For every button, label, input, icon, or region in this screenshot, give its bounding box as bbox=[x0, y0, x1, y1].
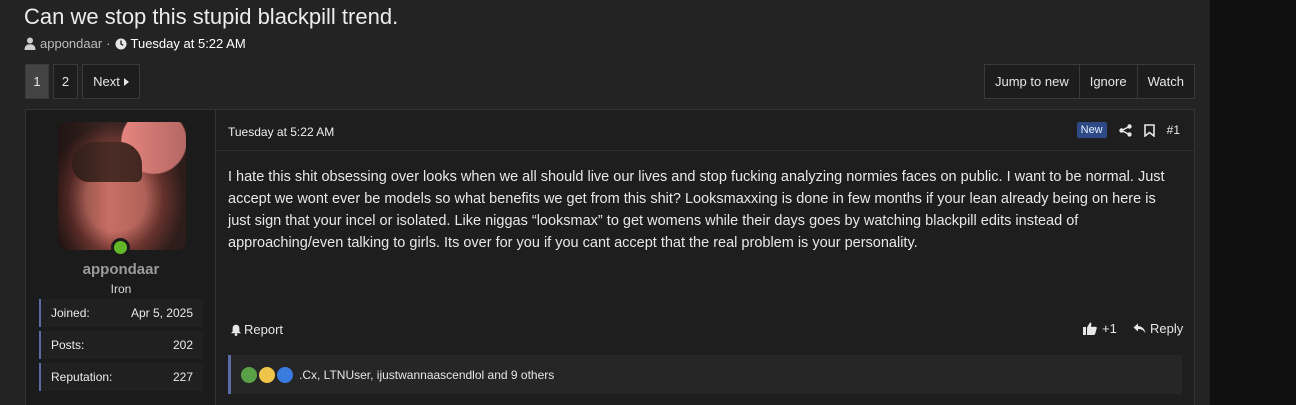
reactions-list[interactable]: .Cx, LTNUser, ijustwannaascendlol and 9 … bbox=[299, 368, 554, 382]
reactions-bar: .Cx, LTNUser, ijustwannaascendlol and 9 … bbox=[228, 355, 1182, 394]
thread-title: Can we stop this stupid blackpill trend. bbox=[24, 4, 399, 29]
report-label: Report bbox=[244, 322, 284, 337]
pagination: 1 2 Next bbox=[25, 64, 144, 99]
bell-icon bbox=[231, 324, 241, 336]
stat-value: 227 bbox=[172, 370, 193, 384]
share-icon[interactable] bbox=[1118, 123, 1132, 137]
reply-label: Reply bbox=[1150, 321, 1184, 336]
stat-value: Apr 5, 2025 bbox=[130, 306, 193, 320]
stat-value[interactable]: 202 bbox=[173, 338, 193, 352]
page-1-button[interactable]: 1 bbox=[25, 64, 49, 99]
post-header-divider bbox=[216, 150, 1194, 151]
stat-joined: Joined: Apr 5, 2025 bbox=[39, 299, 203, 327]
page-2-button[interactable]: 2 bbox=[53, 64, 78, 99]
reply-button[interactable]: Reply bbox=[1133, 321, 1183, 336]
online-status-indicator bbox=[111, 238, 130, 257]
avatar-shade bbox=[58, 122, 186, 250]
thread-date[interactable]: Tuesday at 5:22 AM bbox=[131, 36, 246, 51]
post-header-actions: New #1 bbox=[1076, 122, 1180, 138]
reply-arrow-icon bbox=[1133, 323, 1146, 334]
like-button[interactable]: +1 bbox=[1083, 321, 1117, 336]
meta-separator: · bbox=[106, 36, 111, 51]
stat-reputation: Reputation: 227 bbox=[39, 363, 203, 391]
post-body: I hate this shit obsessing over looks wh… bbox=[228, 169, 1165, 251]
user-icon bbox=[24, 37, 36, 50]
next-label: Next bbox=[93, 74, 120, 89]
laugh-reaction-icon[interactable] bbox=[259, 366, 275, 383]
thread-page: Can we stop this stupid blackpill trend.… bbox=[0, 0, 1210, 405]
stat-posts: Posts: 202 bbox=[39, 331, 203, 359]
thread-author[interactable]: appondaar bbox=[40, 36, 102, 51]
stat-label: Posts: bbox=[51, 338, 85, 352]
stat-label: Joined: bbox=[51, 306, 90, 320]
clock-icon bbox=[115, 38, 127, 49]
post: appondaar Iron Joined: Apr 5, 2025 Posts… bbox=[25, 109, 1195, 405]
next-page-button[interactable]: Next bbox=[82, 64, 140, 99]
like-count: +1 bbox=[1102, 321, 1117, 336]
new-badge: New bbox=[1076, 122, 1107, 138]
bookmark-icon[interactable] bbox=[1143, 123, 1155, 137]
thumbs-up-icon bbox=[1083, 322, 1097, 335]
ignore-button[interactable]: Ignore bbox=[1080, 65, 1138, 98]
jump-to-new-button[interactable]: Jump to new bbox=[985, 65, 1080, 98]
thread-meta: appondaar · Tuesday at 5:22 AM bbox=[24, 36, 246, 51]
report-button[interactable]: Report bbox=[230, 322, 283, 337]
watch-button[interactable]: Watch bbox=[1138, 65, 1194, 98]
user-title: Iron bbox=[110, 282, 132, 296]
post-username[interactable]: appondaar bbox=[26, 261, 216, 278]
sick-reaction-icon[interactable] bbox=[241, 366, 257, 383]
thread-actions: Jump to new Ignore Watch bbox=[984, 64, 1195, 99]
caret-right-icon bbox=[123, 77, 129, 86]
post-user-cell: appondaar Iron Joined: Apr 5, 2025 Posts… bbox=[26, 110, 216, 405]
stat-label: Reputation: bbox=[51, 370, 113, 384]
post-number[interactable]: #1 bbox=[1167, 123, 1180, 137]
like-reaction-icon[interactable] bbox=[277, 366, 293, 383]
post-date[interactable]: Tuesday at 5:22 AM bbox=[228, 125, 334, 139]
avatar[interactable] bbox=[58, 122, 186, 250]
